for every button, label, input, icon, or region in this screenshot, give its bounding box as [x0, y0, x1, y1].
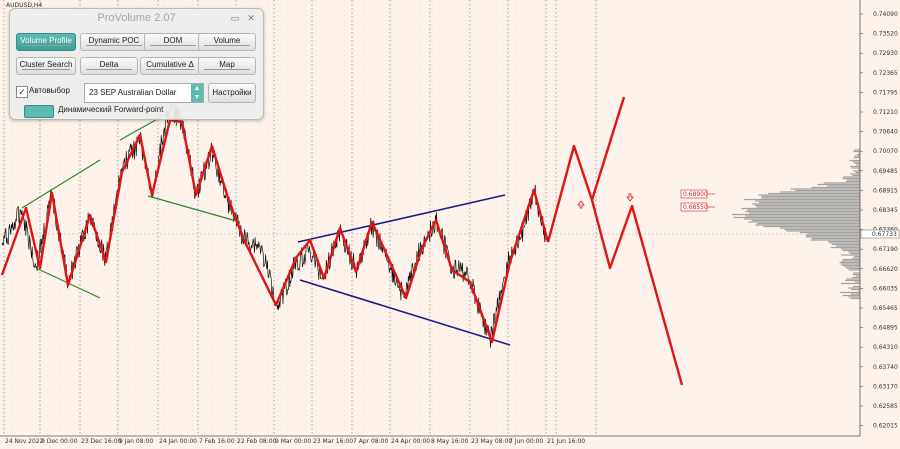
price-label: 0.72930 — [873, 50, 898, 57]
delta-button[interactable]: Delta — [80, 57, 138, 75]
time-label: 7 Jun 00:00 — [509, 438, 543, 445]
price-axis: 0.74090 0.73520 0.72930 0.72365 0.71795 0.712… — [859, 0, 900, 436]
cluster-search-button[interactable]: Cluster Search — [16, 57, 76, 75]
time-label: 9 Dec 00:00 — [41, 438, 78, 445]
zigzag-pattern — [0, 96, 684, 386]
level-tag-label: 0.68550 — [683, 204, 708, 211]
time-label: 9 Mar 00:00 — [275, 438, 311, 445]
settings-button[interactable]: Настройки — [208, 83, 256, 103]
symbol-select[interactable]: 23 SEP Australian Dollar ▲ ▼ — [84, 83, 204, 103]
price-label: 0.66620 — [873, 266, 898, 273]
auto-select-label: Автовыбор — [29, 86, 70, 95]
time-label: 24 Jan 00:00 — [159, 438, 197, 445]
price-label: 0.73520 — [873, 31, 898, 38]
blue-channel-upper — [297, 194, 506, 243]
map-button[interactable]: Map — [198, 57, 256, 75]
time-label: 24 Apr 00:00 — [391, 438, 430, 445]
forward-point-toggle[interactable] — [24, 105, 54, 118]
green-channel-line — [147, 195, 241, 223]
down-arrow-icon — [626, 193, 634, 202]
time-label: 21 Jun 16:00 — [547, 438, 585, 445]
zigzag-forecast-down — [590, 199, 684, 386]
forward-point-label: Динамический Forward-point — [58, 105, 164, 114]
price-label: 0.71210 — [873, 109, 898, 116]
volume-button[interactable]: Volume — [198, 33, 256, 51]
select-arrows-icon[interactable]: ▲ ▼ — [191, 84, 203, 102]
time-label: 24 Nov 2022 — [5, 438, 44, 445]
dynamic-poc-button[interactable]: Dynamic POC — [80, 33, 148, 51]
price-label: 0.62015 — [873, 423, 898, 430]
time-axis: 24 Nov 20229 Dec 00:00 23 Dec 16:009 Jan … — [0, 435, 860, 445]
zigzag-forecast-up — [546, 96, 626, 243]
time-label: 9 Jan 08:00 — [119, 438, 153, 445]
price-label: 0.71795 — [873, 89, 898, 96]
volume-profile — [732, 149, 860, 300]
cumulative-delta-button[interactable]: Cumulative Δ — [140, 57, 200, 75]
time-label: 8 May 16:00 — [431, 438, 469, 445]
panel-title: ProVolume 2.07 — [97, 12, 176, 24]
minimize-icon[interactable]: ▭ — [229, 13, 241, 23]
price-label: 0.69485 — [873, 168, 898, 175]
price-label: 0.63170 — [873, 383, 898, 390]
provolume-panel[interactable]: ProVolume 2.07 ▭ ✕ Volume Profile Dynami… — [9, 8, 264, 120]
up-arrow-icon — [577, 200, 585, 209]
price-label: 0.66035 — [873, 285, 898, 292]
price-label: 0.64895 — [873, 325, 898, 332]
time-label: 7 Apr 08:00 — [353, 438, 388, 445]
current-price-label: 0.67733 — [872, 231, 897, 238]
price-label: 0.63740 — [873, 364, 898, 371]
price-label: 0.65465 — [873, 305, 898, 312]
forecast-arrows: 0.68900 0.68550 — [577, 189, 715, 212]
price-label: 0.68915 — [873, 187, 898, 194]
price-label: 0.68345 — [873, 207, 898, 214]
price-label: 0.72365 — [873, 70, 898, 77]
auto-select-checkbox[interactable]: ✓ — [16, 86, 28, 98]
price-label: 0.70070 — [873, 148, 898, 155]
zigzag-history — [0, 118, 550, 344]
price-label: 0.62585 — [873, 403, 898, 410]
green-channel-line — [21, 159, 101, 209]
price-label: 0.67190 — [873, 246, 898, 253]
time-label: 22 Feb 08:00 — [237, 438, 277, 445]
dom-button[interactable]: DOM — [144, 33, 202, 51]
level-tag-label: 0.68900 — [683, 191, 708, 198]
time-label: 23 Mar 16:00 — [313, 438, 353, 445]
price-label: 0.74090 — [873, 11, 898, 18]
volume-profile-button[interactable]: Volume Profile — [16, 33, 76, 51]
time-label: 23 Dec 16:00 — [81, 438, 122, 445]
time-label: 23 May 08:00 — [471, 438, 512, 445]
price-label: 0.64310 — [873, 344, 898, 351]
price-label: 0.70640 — [873, 129, 898, 136]
time-label: 7 Feb 16:00 — [199, 438, 235, 445]
close-icon[interactable]: ✕ — [245, 13, 257, 23]
